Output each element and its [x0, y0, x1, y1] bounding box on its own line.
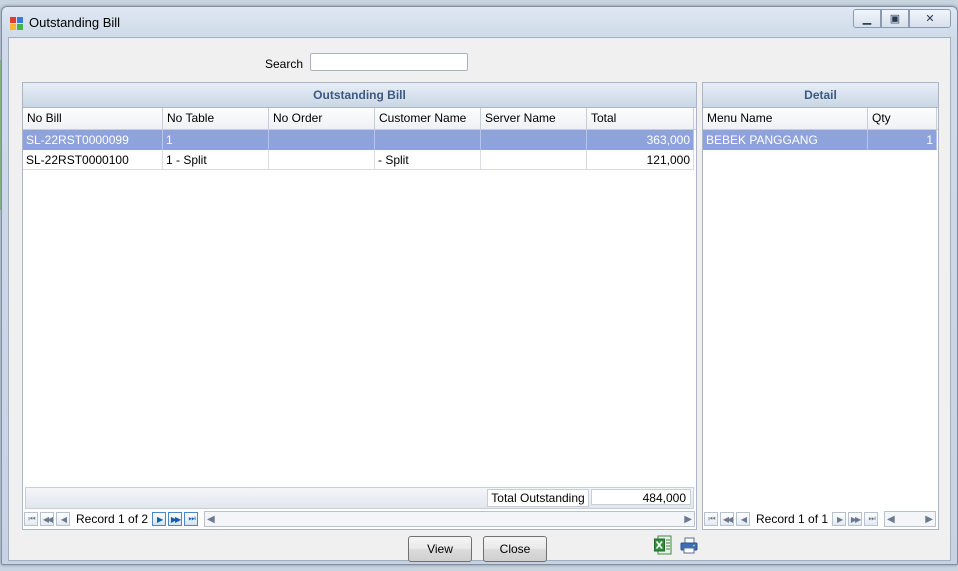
next-record-icon[interactable]: ▶ — [152, 512, 167, 526]
cell-total: 121,000 — [587, 150, 694, 170]
column-header-total[interactable]: Total — [587, 108, 694, 129]
cell-no-bill: SL-22RST0000099 — [23, 130, 163, 150]
cell-no-table: 1 - Split — [163, 150, 269, 170]
cell-customer-name: - Split — [375, 150, 481, 170]
previous-page-icon[interactable]: ◀◀ — [720, 512, 734, 526]
detail-horizontal-scrollbar[interactable]: ◀ ▶ — [884, 511, 936, 527]
column-header-no-bill[interactable]: No Bill — [23, 108, 163, 129]
outstanding-bill-window: Outstanding Bill ▁ ▣ ✕ Search Outstandin… — [1, 6, 958, 565]
column-header-no-order[interactable]: No Order — [269, 108, 375, 129]
detail-grid-header: Menu Name Qty — [703, 108, 938, 130]
bill-grid-header: No Bill No Table No Order Customer Name … — [23, 108, 696, 130]
window-title: Outstanding Bill — [29, 15, 121, 30]
client-area: Search Outstanding Bill No Bill No Table… — [8, 37, 951, 562]
restore-icon: ▣ — [889, 13, 901, 25]
record-indicator: Record 1 of 2 — [76, 512, 149, 526]
next-record-icon[interactable]: ▶ — [832, 512, 847, 526]
cell-qty: 1 — [868, 130, 937, 150]
detail-panel: Detail Menu Name Qty BEBEK PANGGANG 1 ⏮ … — [702, 82, 939, 530]
cell-no-table: 1 — [163, 130, 269, 150]
cell-no-order — [269, 150, 375, 170]
next-page-icon[interactable]: ▶▶ — [168, 512, 183, 526]
search-label: Search — [265, 57, 304, 71]
scroll-left-icon[interactable]: ◀ — [205, 514, 217, 525]
last-page-icon[interactable]: ⏭ — [864, 512, 879, 526]
first-page-icon[interactable]: ⏮ — [704, 512, 718, 526]
column-header-qty[interactable]: Qty — [868, 108, 937, 129]
detail-record-navigator: ⏮ ◀◀ ◀ Record 1 of 1 ▶ ▶▶ ⏭ — [704, 509, 880, 529]
cell-server-name — [481, 150, 587, 170]
previous-record-icon[interactable]: ◀ — [56, 512, 70, 526]
outstanding-bill-panel: Outstanding Bill No Bill No Table No Ord… — [22, 82, 697, 530]
cell-customer-name — [375, 130, 481, 150]
previous-record-icon[interactable]: ◀ — [736, 512, 750, 526]
record-indicator: Record 1 of 1 — [756, 512, 829, 526]
cell-total: 363,000 — [587, 130, 694, 150]
minimize-icon: ▁ — [862, 13, 872, 25]
excel-icon[interactable] — [654, 535, 672, 555]
scroll-right-icon[interactable]: ▶ — [682, 514, 694, 525]
cell-no-bill: SL-22RST0000100 — [23, 150, 163, 170]
column-header-no-table[interactable]: No Table — [163, 108, 269, 129]
column-header-server-name[interactable]: Server Name — [481, 108, 587, 129]
column-header-customer-name[interactable]: Customer Name — [375, 108, 481, 129]
printer-icon[interactable] — [680, 537, 698, 554]
cell-no-order — [269, 130, 375, 150]
close-icon: ✕ — [925, 13, 935, 25]
bill-horizontal-scrollbar[interactable]: ◀ ▶ — [204, 511, 695, 527]
detail-panel-title: Detail — [703, 83, 938, 108]
scroll-right-icon[interactable]: ▶ — [923, 514, 935, 525]
total-outstanding-label: Total Outstanding — [487, 489, 589, 507]
app-icon — [10, 17, 23, 30]
cell-server-name — [481, 130, 587, 150]
search-input[interactable] — [310, 53, 468, 71]
total-outstanding-value: 484,000 — [591, 489, 691, 505]
view-button[interactable]: View — [408, 536, 472, 562]
caption-buttons: ▁ ▣ ✕ — [853, 9, 951, 28]
cell-menu-name: BEBEK PANGGANG — [703, 130, 868, 150]
next-page-icon[interactable]: ▶▶ — [848, 512, 863, 526]
maximize-button[interactable]: ▣ — [881, 9, 909, 28]
table-row[interactable]: SL-22RST0000099 1 363,000 — [23, 130, 696, 150]
table-row[interactable]: BEBEK PANGGANG 1 — [703, 130, 938, 150]
title-bar: Outstanding Bill ▁ ▣ ✕ — [2, 7, 957, 37]
minimize-button[interactable]: ▁ — [853, 9, 881, 28]
column-header-menu-name[interactable]: Menu Name — [703, 108, 868, 129]
outstanding-bill-panel-title: Outstanding Bill — [23, 83, 696, 108]
last-page-icon[interactable]: ⏭ — [184, 512, 199, 526]
scroll-left-icon[interactable]: ◀ — [885, 514, 897, 525]
bill-summary-footer: Total Outstanding 484,000 — [25, 487, 694, 509]
close-window-button[interactable]: ✕ — [909, 9, 951, 28]
first-page-icon[interactable]: ⏮ — [24, 512, 38, 526]
close-button[interactable]: Close — [483, 536, 547, 562]
bill-record-navigator: ⏮ ◀◀ ◀ Record 1 of 2 ▶ ▶▶ ⏭ — [24, 509, 200, 529]
table-row[interactable]: SL-22RST0000100 1 - Split - Split 121,00… — [23, 150, 696, 170]
previous-page-icon[interactable]: ◀◀ — [40, 512, 54, 526]
